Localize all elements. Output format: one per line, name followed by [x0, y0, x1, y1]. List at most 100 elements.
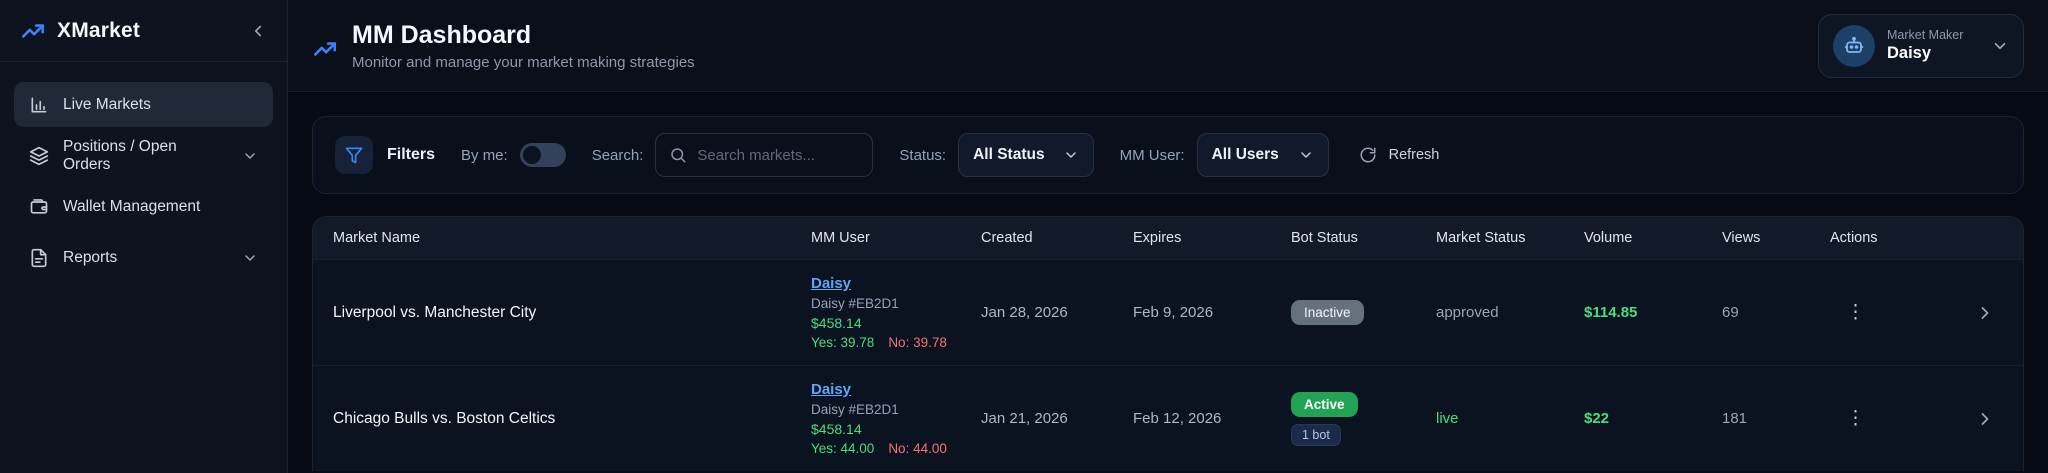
search-label: Search:	[592, 147, 644, 164]
expires-cell: Feb 9, 2026	[1133, 304, 1291, 321]
market-name-cell: Liverpool vs. Manchester City	[333, 304, 811, 322]
table-row: Chicago Bulls vs. Boston Celtics Daisy D…	[313, 365, 2023, 471]
sidebar-item-positions-open-orders[interactable]: Positions / Open Orders	[14, 133, 273, 178]
market-status-cell: approved	[1436, 304, 1584, 321]
mm-user-balance: $458.14	[811, 421, 862, 437]
col-market-status: Market Status	[1436, 230, 1584, 246]
main-area: MM Dashboard Monitor and manage your mar…	[288, 0, 2048, 473]
col-expires: Expires	[1133, 230, 1291, 246]
status-badge: Inactive	[1291, 300, 1364, 325]
document-icon	[29, 248, 49, 268]
refresh-button[interactable]: Refresh	[1359, 146, 1440, 164]
views-cell: 181	[1722, 410, 1830, 427]
page-content: Filters By me: Search: Status: All Statu…	[288, 92, 2048, 473]
market-maker-role-label: Market Maker	[1887, 28, 1979, 42]
chevron-down-icon	[1298, 147, 1314, 163]
mm-user-select[interactable]: All Users	[1197, 133, 1329, 177]
page-subtitle: Monitor and manage your market making st…	[352, 54, 695, 71]
app-logo-text: XMarket	[57, 19, 238, 43]
avatar	[1833, 25, 1875, 67]
mm-user-balance: $458.14	[811, 315, 862, 331]
mm-user-link[interactable]: Daisy	[811, 381, 851, 398]
mm-user-id: Daisy #EB2D1	[811, 402, 899, 417]
odds-no: No: 44.00	[888, 441, 947, 456]
chevron-down-icon	[242, 250, 258, 266]
col-actions: Actions	[1830, 230, 1940, 246]
market-maker-meta: Market Maker Daisy	[1887, 28, 1979, 63]
robot-icon	[1842, 34, 1866, 58]
refresh-icon	[1359, 146, 1377, 164]
market-status-cell: live	[1436, 410, 1584, 427]
mm-user-id: Daisy #EB2D1	[811, 296, 899, 311]
odds-no: No: 39.78	[888, 335, 947, 350]
table-row: Liverpool vs. Manchester City Daisy Dais…	[313, 259, 2023, 365]
sidebar-item-label: Positions / Open Orders	[63, 138, 228, 174]
toggle-knob	[523, 146, 541, 164]
status-select-value: All Status	[973, 146, 1044, 164]
filters-title: Filters	[387, 146, 435, 164]
trending-up-icon	[312, 36, 338, 62]
sidebar-item-live-markets[interactable]: Live Markets	[14, 82, 273, 127]
chevron-right-icon[interactable]	[1975, 409, 2011, 429]
volume-cell: $22	[1584, 410, 1722, 427]
layers-icon	[29, 146, 49, 166]
col-mm-user: MM User	[811, 230, 981, 246]
wallet-icon	[29, 197, 49, 217]
mm-user-cell: Daisy Daisy #EB2D1 $458.14 Yes: 39.78 No:…	[811, 275, 981, 350]
col-market-name: Market Name	[333, 230, 811, 246]
status-label: Status:	[899, 147, 946, 164]
col-bot-status: Bot Status	[1291, 230, 1436, 246]
bot-status-cell: Inactive	[1291, 300, 1436, 325]
more-vertical-icon[interactable]: ⋮	[1830, 405, 1870, 432]
sidebar-collapse-icon[interactable]	[249, 22, 267, 40]
refresh-label: Refresh	[1389, 147, 1440, 163]
mm-user-select-value: All Users	[1212, 146, 1279, 164]
by-me-toggle[interactable]	[520, 143, 566, 167]
filters-bar: Filters By me: Search: Status: All Statu…	[312, 116, 2024, 194]
chevron-right-icon[interactable]	[1975, 303, 2011, 323]
page-title-block: MM Dashboard Monitor and manage your mar…	[352, 21, 695, 71]
search-box	[655, 133, 873, 177]
mm-user-link[interactable]: Daisy	[811, 275, 851, 292]
market-name-cell: Chicago Bulls vs. Boston Celtics	[333, 410, 811, 428]
expires-cell: Feb 12, 2026	[1133, 410, 1291, 427]
bar-chart-icon	[29, 95, 49, 115]
market-maker-name: Daisy	[1887, 44, 1979, 63]
sidebar-item-label: Wallet Management	[63, 198, 200, 216]
sidebar-header: XMarket	[0, 0, 287, 62]
page-title-group: MM Dashboard Monitor and manage your mar…	[312, 21, 695, 71]
sidebar: XMarket Live Markets Positions / Open Or…	[0, 0, 288, 473]
sidebar-item-wallet-management[interactable]: Wallet Management	[14, 184, 273, 229]
table-header-row: Market Name MM User Created Expires Bot …	[313, 217, 2023, 259]
market-maker-selector[interactable]: Market Maker Daisy	[1818, 14, 2024, 78]
views-cell: 69	[1722, 304, 1830, 321]
bot-status-cell: Active 1 bot	[1291, 392, 1436, 446]
sidebar-item-label: Live Markets	[63, 96, 151, 114]
mm-user-label: MM User:	[1120, 147, 1185, 164]
markets-table: Market Name MM User Created Expires Bot …	[312, 216, 2024, 471]
by-me-label: By me:	[461, 147, 508, 164]
chevron-down-icon	[242, 148, 258, 164]
sidebar-item-reports[interactable]: Reports	[14, 235, 273, 280]
chevron-down-icon	[1991, 37, 2009, 55]
col-created: Created	[981, 230, 1133, 246]
created-cell: Jan 21, 2026	[981, 410, 1133, 427]
search-input[interactable]	[697, 147, 859, 164]
odds-yes: Yes: 44.00	[811, 441, 874, 456]
page-header: MM Dashboard Monitor and manage your mar…	[288, 0, 2048, 92]
trending-up-icon	[20, 18, 46, 44]
app-root: XMarket Live Markets Positions / Open Or…	[0, 0, 2048, 473]
odds-yes: Yes: 39.78	[811, 335, 874, 350]
status-badge: Active	[1291, 392, 1358, 417]
mm-user-cell: Daisy Daisy #EB2D1 $458.14 Yes: 44.00 No:…	[811, 381, 981, 456]
sidebar-item-label: Reports	[63, 249, 117, 267]
mm-user-odds: Yes: 39.78 No: 39.78	[811, 335, 947, 350]
chevron-down-icon	[1063, 147, 1079, 163]
col-views: Views	[1722, 230, 1830, 246]
mm-user-odds: Yes: 44.00 No: 44.00	[811, 441, 947, 456]
bot-count-badge: 1 bot	[1291, 424, 1341, 446]
more-vertical-icon[interactable]: ⋮	[1830, 299, 1870, 326]
funnel-icon	[335, 136, 373, 174]
status-select[interactable]: All Status	[958, 133, 1093, 177]
volume-cell: $114.85	[1584, 304, 1722, 321]
